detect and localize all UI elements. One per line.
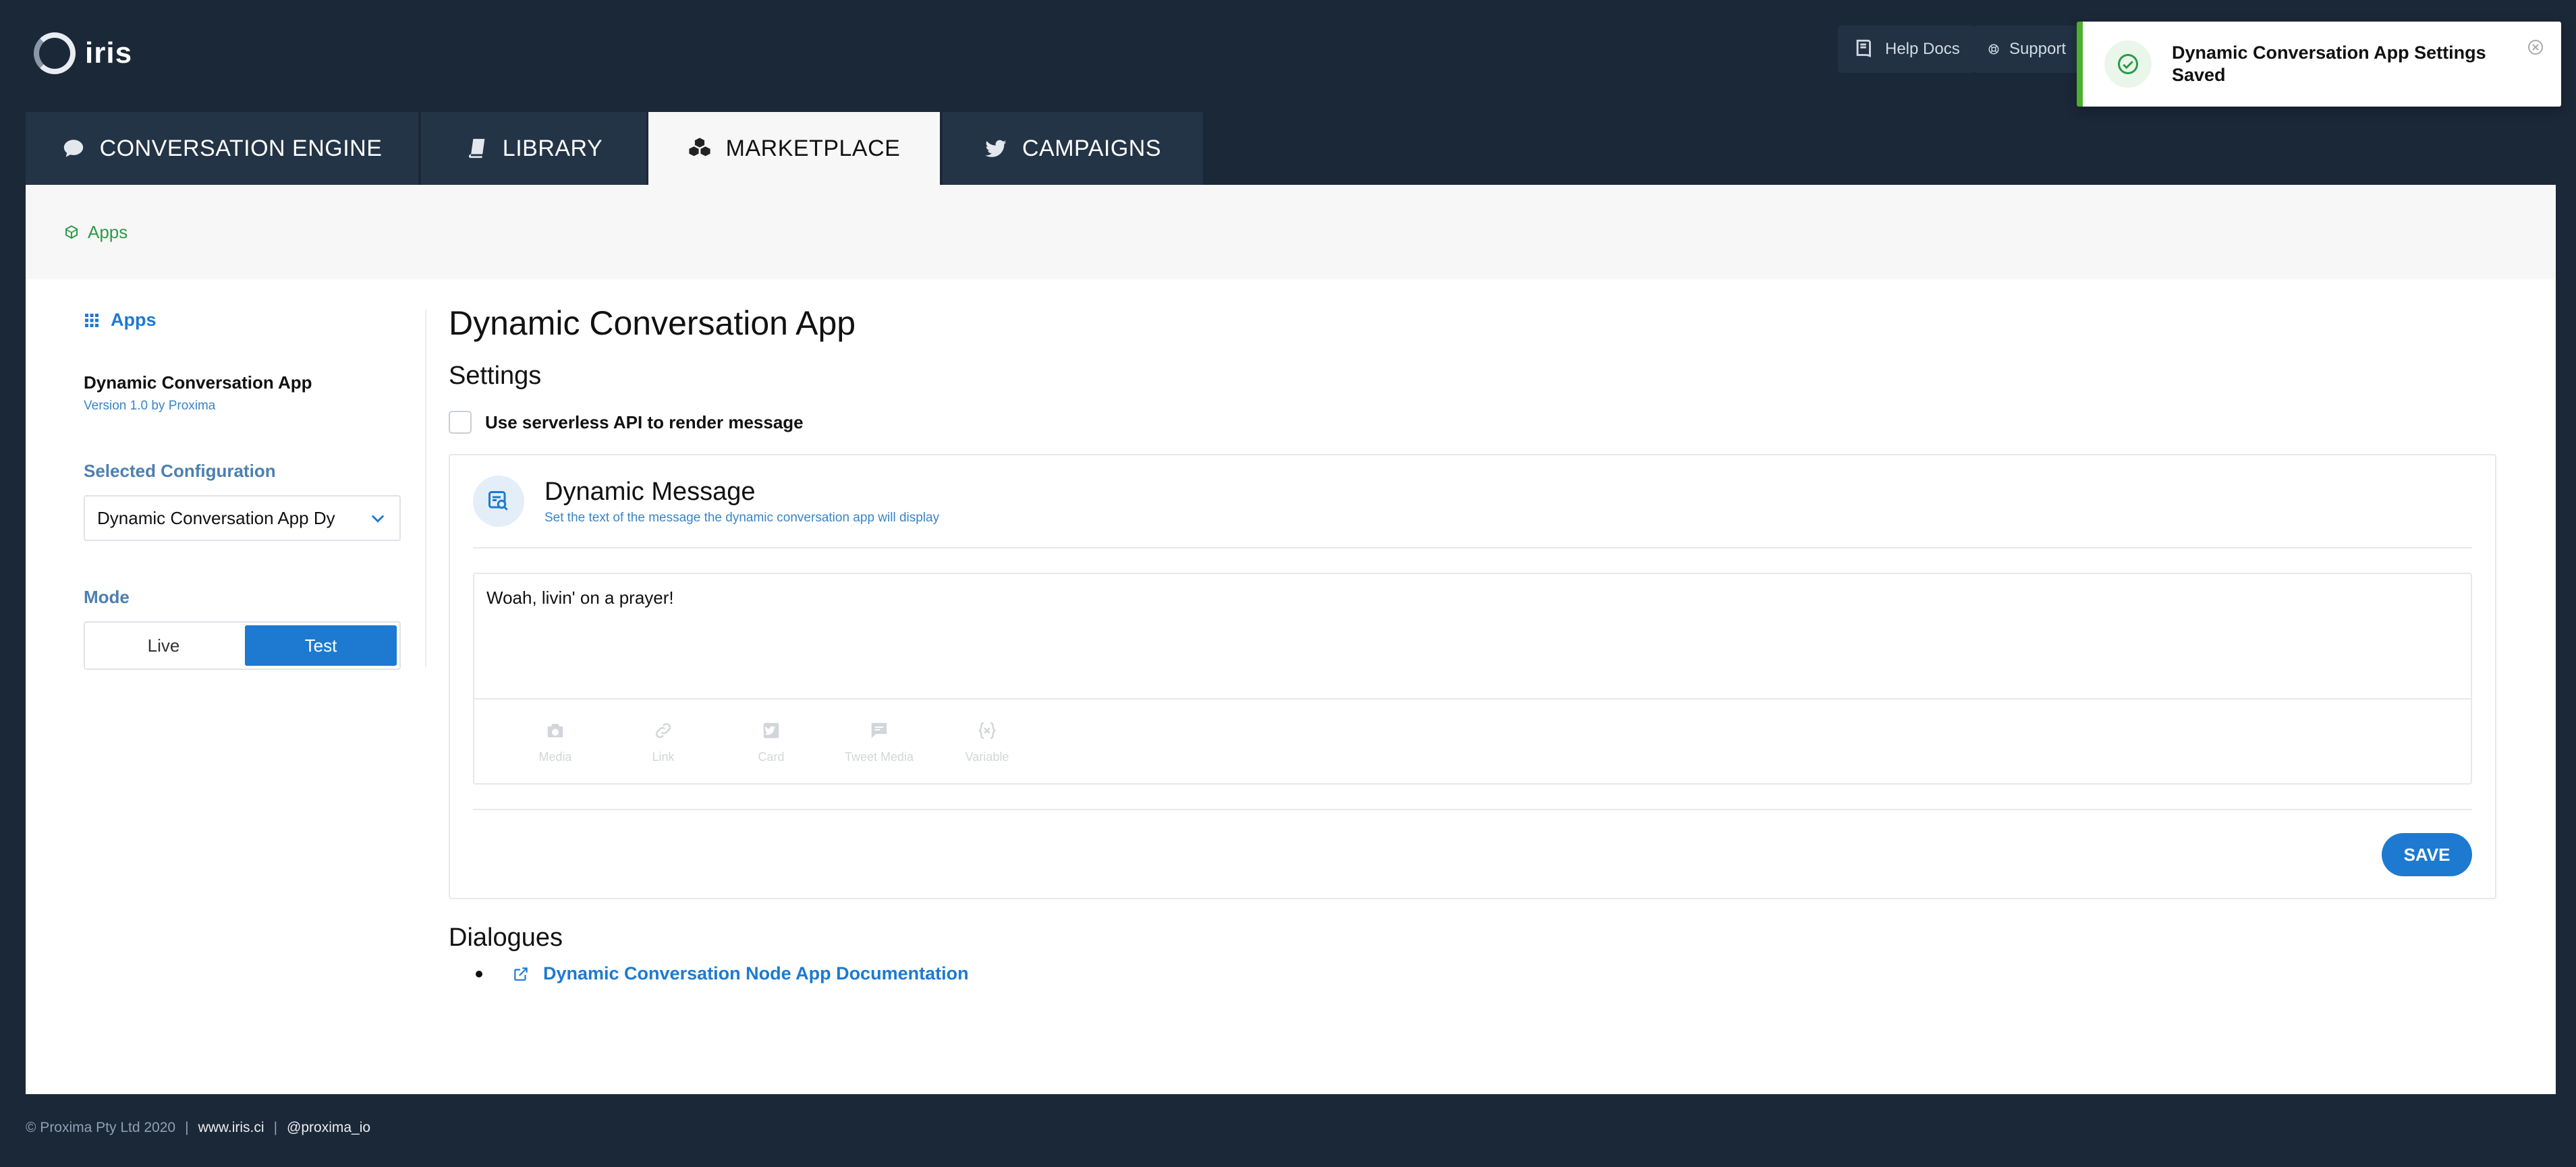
cubes-icon (689, 138, 710, 156)
logo-ring-icon (34, 32, 76, 74)
comment-icon (63, 140, 83, 157)
media-tool-label: Media (538, 749, 572, 764)
variable-icon (978, 722, 997, 739)
variable-tool-label: Variable (965, 749, 1009, 764)
help-docs-label: Help Docs (1885, 40, 1960, 58)
app-version: Version 1.0 by Proxima (84, 399, 216, 413)
support-label: Support (2009, 40, 2066, 58)
copyright-text: © Proxima Pty Ltd 2020 (26, 1120, 176, 1135)
editor-toolbar: Media Link Card Tweet Media Variable (474, 698, 2471, 785)
tab-label: CAMPAIGNS (1021, 135, 1161, 161)
sidebar: Apps Dynamic Conversation App Version 1.… (84, 310, 408, 670)
breadcrumb-apps-link[interactable]: Apps (88, 222, 128, 243)
save-button[interactable]: SAVE (2382, 833, 2472, 876)
tab-campaigns[interactable]: CAMPAIGNS (943, 112, 1203, 185)
settings-heading: Settings (449, 362, 542, 390)
brand-name: iris (85, 36, 133, 69)
dynamic-message-card: Dynamic Message Set the text of the mess… (449, 454, 2496, 899)
mode-label: Mode (84, 587, 130, 607)
footer-separator: | (185, 1120, 189, 1135)
mode-toggle: Live Test (84, 621, 401, 670)
toast-message: Dynamic Conversation App Settings Saved (2172, 42, 2486, 85)
tab-library[interactable]: LIBRARY (421, 112, 646, 185)
tab-marketplace[interactable]: MARKETPLACE (648, 112, 940, 185)
footer-separator: | (273, 1120, 278, 1135)
message-editor[interactable]: Woah, livin' on a prayer! Media Link Car… (473, 573, 2472, 785)
dialogues-list: Dynamic Conversation Node App Documentat… (449, 963, 2496, 984)
chevron-down-icon (371, 515, 385, 523)
camera-icon (547, 723, 563, 737)
serverless-checkbox-label: Use serverless API to render message (485, 411, 804, 432)
list-item: Dynamic Conversation Node App Documentat… (476, 963, 2496, 984)
website-link[interactable]: www.iris.ci (198, 1120, 264, 1136)
tab-conversation-engine[interactable]: CONVERSATION ENGINE (26, 112, 418, 185)
dialogues-heading: Dialogues (449, 923, 563, 952)
twitter-handle-link[interactable]: @proxima_io (287, 1120, 370, 1136)
footer: © Proxima Pty Ltd 2020 | www.iris.ci | @… (26, 1120, 370, 1136)
success-toast: Dynamic Conversation App Settings Saved (2077, 22, 2561, 107)
twitter-card-icon (763, 722, 779, 738)
book-icon (1856, 39, 1871, 57)
media-tool-button[interactable]: Media (501, 700, 609, 785)
card-tool-label: Card (758, 749, 785, 764)
book-icon (468, 138, 485, 159)
message-icon (871, 722, 887, 738)
mode-live-button[interactable]: Live (88, 625, 240, 666)
twitter-icon (985, 140, 1007, 157)
card-title: Dynamic Message (544, 477, 756, 506)
sidebar-apps-label: Apps (111, 310, 157, 330)
external-link-icon (514, 967, 528, 981)
divider (473, 809, 2472, 810)
configuration-select-value: Dynamic Conversation App Dy (97, 507, 335, 528)
lifebuoy-icon (1988, 44, 1999, 55)
link-icon (655, 722, 671, 738)
main-panel: Apps Apps Dynamic Conversation App Versi… (26, 185, 2556, 1094)
iris-logo[interactable]: iris (34, 32, 132, 74)
card-header: Dynamic Message Set the text of the mess… (473, 476, 939, 527)
link-tool-label: Link (652, 749, 675, 764)
variable-tool-button[interactable]: Variable (933, 700, 1041, 785)
tab-label: CONVERSATION ENGINE (99, 135, 383, 161)
mode-test-button[interactable]: Test (245, 625, 397, 666)
tweet-media-tool-label: Tweet Media (844, 749, 914, 764)
tab-label: MARKETPLACE (725, 135, 901, 161)
message-text[interactable]: Woah, livin' on a prayer! (486, 588, 674, 608)
grid-icon (85, 313, 99, 327)
support-button[interactable]: Support (1973, 26, 2081, 73)
card-subtitle: Set the text of the message the dynamic … (544, 510, 940, 525)
tab-label: LIBRARY (502, 135, 603, 161)
serverless-option[interactable]: Use serverless API to render message (449, 411, 2496, 434)
check-circle-icon (2104, 40, 2152, 88)
link-tool-button[interactable]: Link (609, 700, 717, 785)
configuration-select[interactable]: Dynamic Conversation App Dy (84, 495, 401, 541)
sidebar-divider (425, 310, 426, 667)
cube-icon (65, 225, 78, 239)
content-area: Dynamic Conversation App Settings Use se… (449, 304, 2496, 984)
selected-configuration-label: Selected Configuration (84, 461, 276, 481)
card-tool-button[interactable]: Card (717, 700, 825, 785)
close-icon[interactable] (2527, 39, 2544, 55)
page-title: Dynamic Conversation App (449, 304, 856, 342)
documentation-link[interactable]: Dynamic Conversation Node App Documentat… (543, 963, 969, 984)
bullet (476, 970, 482, 977)
help-docs-button[interactable]: Help Docs (1838, 26, 1975, 73)
message-search-icon (473, 476, 524, 527)
serverless-checkbox[interactable] (449, 411, 472, 434)
breadcrumb: Apps (26, 185, 2556, 279)
app-name: Dynamic Conversation App (84, 372, 312, 393)
divider (473, 547, 2472, 548)
tweet-media-tool-button[interactable]: Tweet Media (825, 700, 933, 785)
sidebar-apps-link[interactable]: Apps (84, 310, 408, 331)
